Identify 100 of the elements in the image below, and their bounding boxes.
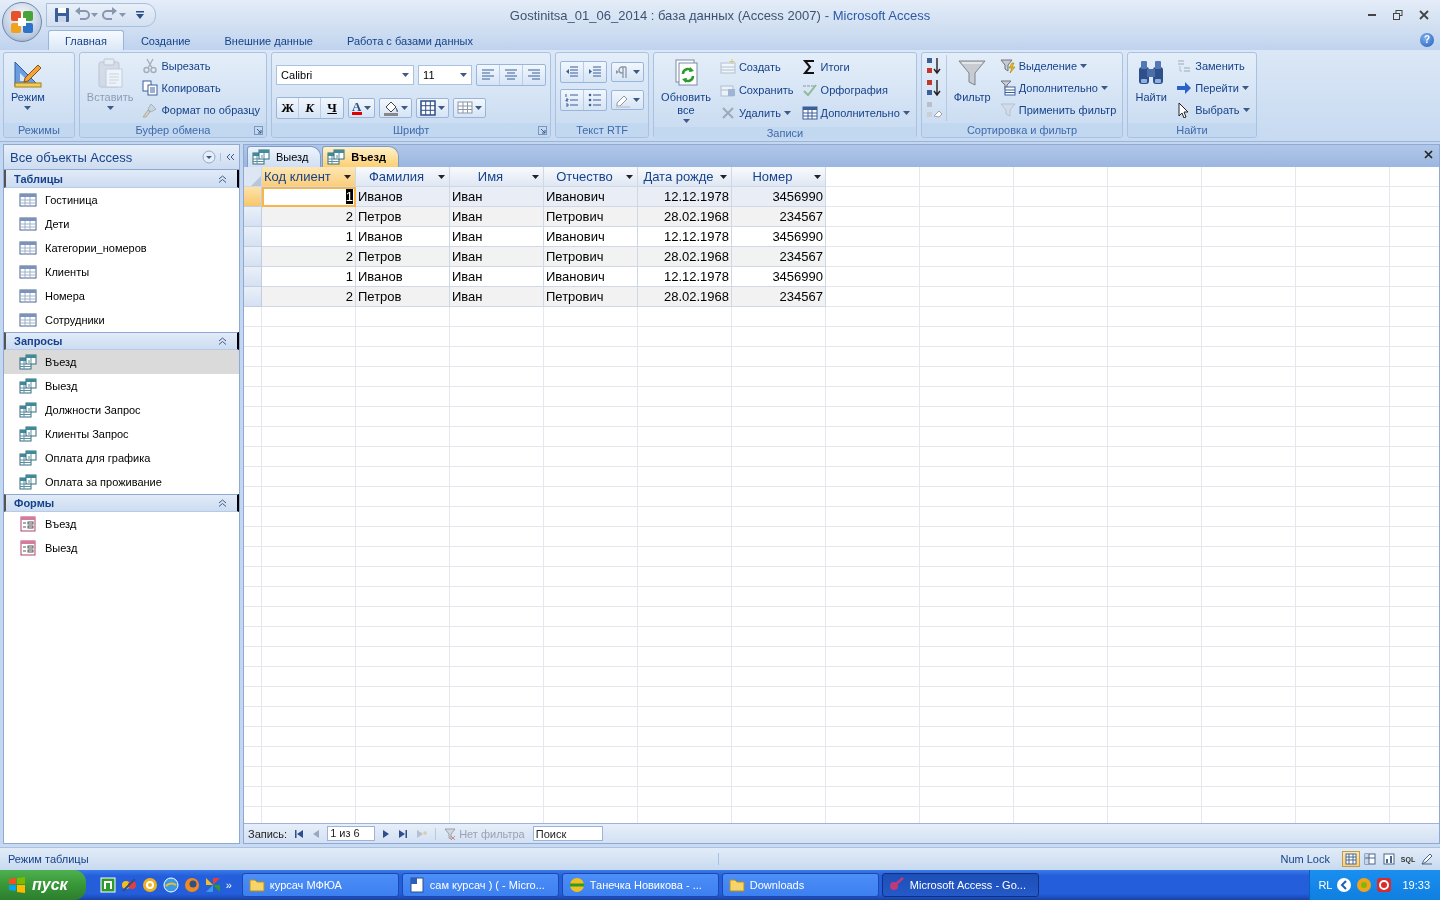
first-record-button[interactable] xyxy=(293,829,306,838)
caret-icon[interactable] xyxy=(344,175,351,179)
restore-icon xyxy=(1393,10,1403,20)
column-header[interactable]: Имя xyxy=(450,167,544,187)
column-header[interactable]: Код клиент xyxy=(262,167,356,187)
caret-icon[interactable] xyxy=(626,175,633,179)
ribbon-button[interactable]: Итоги xyxy=(799,56,912,77)
record-field[interactable]: 1 из 6 xyxy=(327,826,376,841)
ribbon-tab[interactable]: Внешние данные xyxy=(207,30,330,50)
section-header[interactable]: Запросы xyxy=(4,332,239,350)
ribbon-button[interactable]: Копировать xyxy=(140,78,263,98)
ribbon-button[interactable]: Обновить все xyxy=(658,55,714,125)
dialog-launcher-icon[interactable] xyxy=(254,126,264,135)
ribbon-button[interactable]: Дополнительно xyxy=(997,78,1119,98)
caret-icon[interactable] xyxy=(633,70,641,74)
caret-icon[interactable] xyxy=(474,105,482,110)
nav-item[interactable]: Выезд xyxy=(4,374,239,398)
section-header[interactable]: Формы xyxy=(4,494,239,512)
view-button[interactable] xyxy=(1342,851,1360,867)
tray-button[interactable] xyxy=(1376,877,1393,893)
query-icon xyxy=(19,426,37,442)
caret-icon[interactable] xyxy=(720,175,727,179)
quick-launch-button[interactable] xyxy=(183,877,200,893)
view-button[interactable] xyxy=(1380,851,1398,867)
ribbon-button[interactable]: Выделение xyxy=(997,56,1119,76)
nav-item[interactable]: Клиенты xyxy=(4,260,239,284)
ribbon-tab[interactable]: Создание xyxy=(123,30,208,50)
quick-launch-button[interactable] xyxy=(204,877,221,893)
office-button[interactable] xyxy=(2,2,42,42)
ribbon-button[interactable]: Выбрать xyxy=(1174,100,1252,120)
font-size-field[interactable]: 11 xyxy=(418,64,473,85)
taskbar-button[interactable]: курсач МФЮА xyxy=(241,873,399,897)
language-indicator[interactable]: RL xyxy=(1318,879,1333,891)
ribbon-tab[interactable]: Работа с базами данных xyxy=(329,30,490,50)
nav-item[interactable]: Дети xyxy=(4,212,239,236)
ribbon-button[interactable]: Найти xyxy=(1132,55,1171,121)
table-cell: Иван xyxy=(450,247,544,267)
quick-launch-button[interactable] xyxy=(141,877,158,893)
nav-item[interactable]: Оплата для графика xyxy=(4,446,239,470)
column-header[interactable]: Дата рожде xyxy=(638,167,732,187)
caret-icon[interactable] xyxy=(814,175,821,179)
taskbar-button[interactable]: сам курсач ) ( - Micro... xyxy=(401,873,559,897)
nav-item[interactable]: Сотрудники xyxy=(4,308,239,332)
bold-button[interactable]: Ж xyxy=(277,97,300,118)
caret-icon[interactable] xyxy=(532,175,539,179)
borders-button[interactable] xyxy=(415,97,449,118)
search-field[interactable]: Поиск xyxy=(532,826,603,841)
document-tab[interactable]: Выезд xyxy=(247,146,322,167)
ribbon-button[interactable]: Дополнительно xyxy=(799,103,912,124)
more-button[interactable]: » xyxy=(225,879,232,891)
nav-item[interactable]: Въезд xyxy=(4,512,239,536)
ribbon-tab[interactable]: Главная xyxy=(48,30,124,50)
column-header[interactable]: Фамилия xyxy=(356,167,450,187)
caret-icon[interactable] xyxy=(437,105,445,110)
column-header[interactable]: Отчество xyxy=(544,167,638,187)
ball-icon xyxy=(568,877,585,893)
document-tab[interactable]: Въезд xyxy=(322,146,399,167)
close-tab-button[interactable] xyxy=(1424,150,1433,159)
next-record-icon xyxy=(383,829,390,838)
tray-button[interactable] xyxy=(1336,877,1353,893)
caret-icon[interactable] xyxy=(460,72,468,77)
highlight-button[interactable] xyxy=(611,90,645,110)
caret-icon[interactable] xyxy=(438,175,445,179)
caret-icon[interactable] xyxy=(402,72,410,77)
nav-item[interactable]: Клиенты Запрос xyxy=(4,422,239,446)
ribbon-button[interactable]: Перейти xyxy=(1174,78,1252,98)
nav-item[interactable]: Въезд xyxy=(4,350,239,374)
fill-color-button[interactable] xyxy=(378,97,412,118)
dialog-launcher-icon[interactable] xyxy=(538,126,548,135)
nav-item[interactable]: Номера xyxy=(4,284,239,308)
sort-ascending-button[interactable] xyxy=(925,56,942,76)
taskbar-button[interactable]: Downloads xyxy=(721,873,879,897)
table-cell: 234567 xyxy=(732,247,826,267)
window-title: Gostinitsa_01_06_2014 : база данных (Access 2007) xyxy=(509,7,821,23)
taskbar-button[interactable]: Танечка Новикова - ... xyxy=(561,873,719,897)
font-color-button[interactable]: А xyxy=(348,97,375,118)
caret-icon[interactable] xyxy=(400,105,408,110)
ribbon-button[interactable]: Режим xyxy=(8,55,48,121)
last-record-button[interactable] xyxy=(397,829,410,838)
taskbar-button[interactable]: Microsoft Access - Go... xyxy=(881,873,1039,897)
italic-button[interactable]: К xyxy=(299,97,322,118)
caret-icon[interactable] xyxy=(363,105,371,110)
gridlines-button[interactable] xyxy=(452,97,486,118)
font-field[interactable]: Calibri xyxy=(276,64,415,85)
nav-item[interactable]: Оплата за проживание xyxy=(4,470,239,494)
nav-item[interactable]: Выезд xyxy=(4,536,239,560)
sort-descending-button[interactable] xyxy=(925,78,942,98)
column-header[interactable]: Номер xyxy=(732,167,826,187)
paragraph-direction-button[interactable] xyxy=(611,62,645,82)
section-header[interactable]: Таблицы xyxy=(4,170,239,188)
caret-icon[interactable] xyxy=(633,98,641,102)
start-button[interactable]: пуск xyxy=(0,870,86,900)
underline-button[interactable]: Ч xyxy=(321,97,344,118)
view-button[interactable] xyxy=(1361,851,1379,867)
nav-item[interactable]: Гостиница xyxy=(4,188,239,212)
save-button[interactable] xyxy=(53,6,71,24)
ribbon-button[interactable]: Фильтр xyxy=(950,55,994,121)
nav-item[interactable]: Категории_номеров xyxy=(4,236,239,260)
quick-launch-button[interactable] xyxy=(120,877,137,893)
nav-item[interactable]: Должности Запрос xyxy=(4,398,239,422)
